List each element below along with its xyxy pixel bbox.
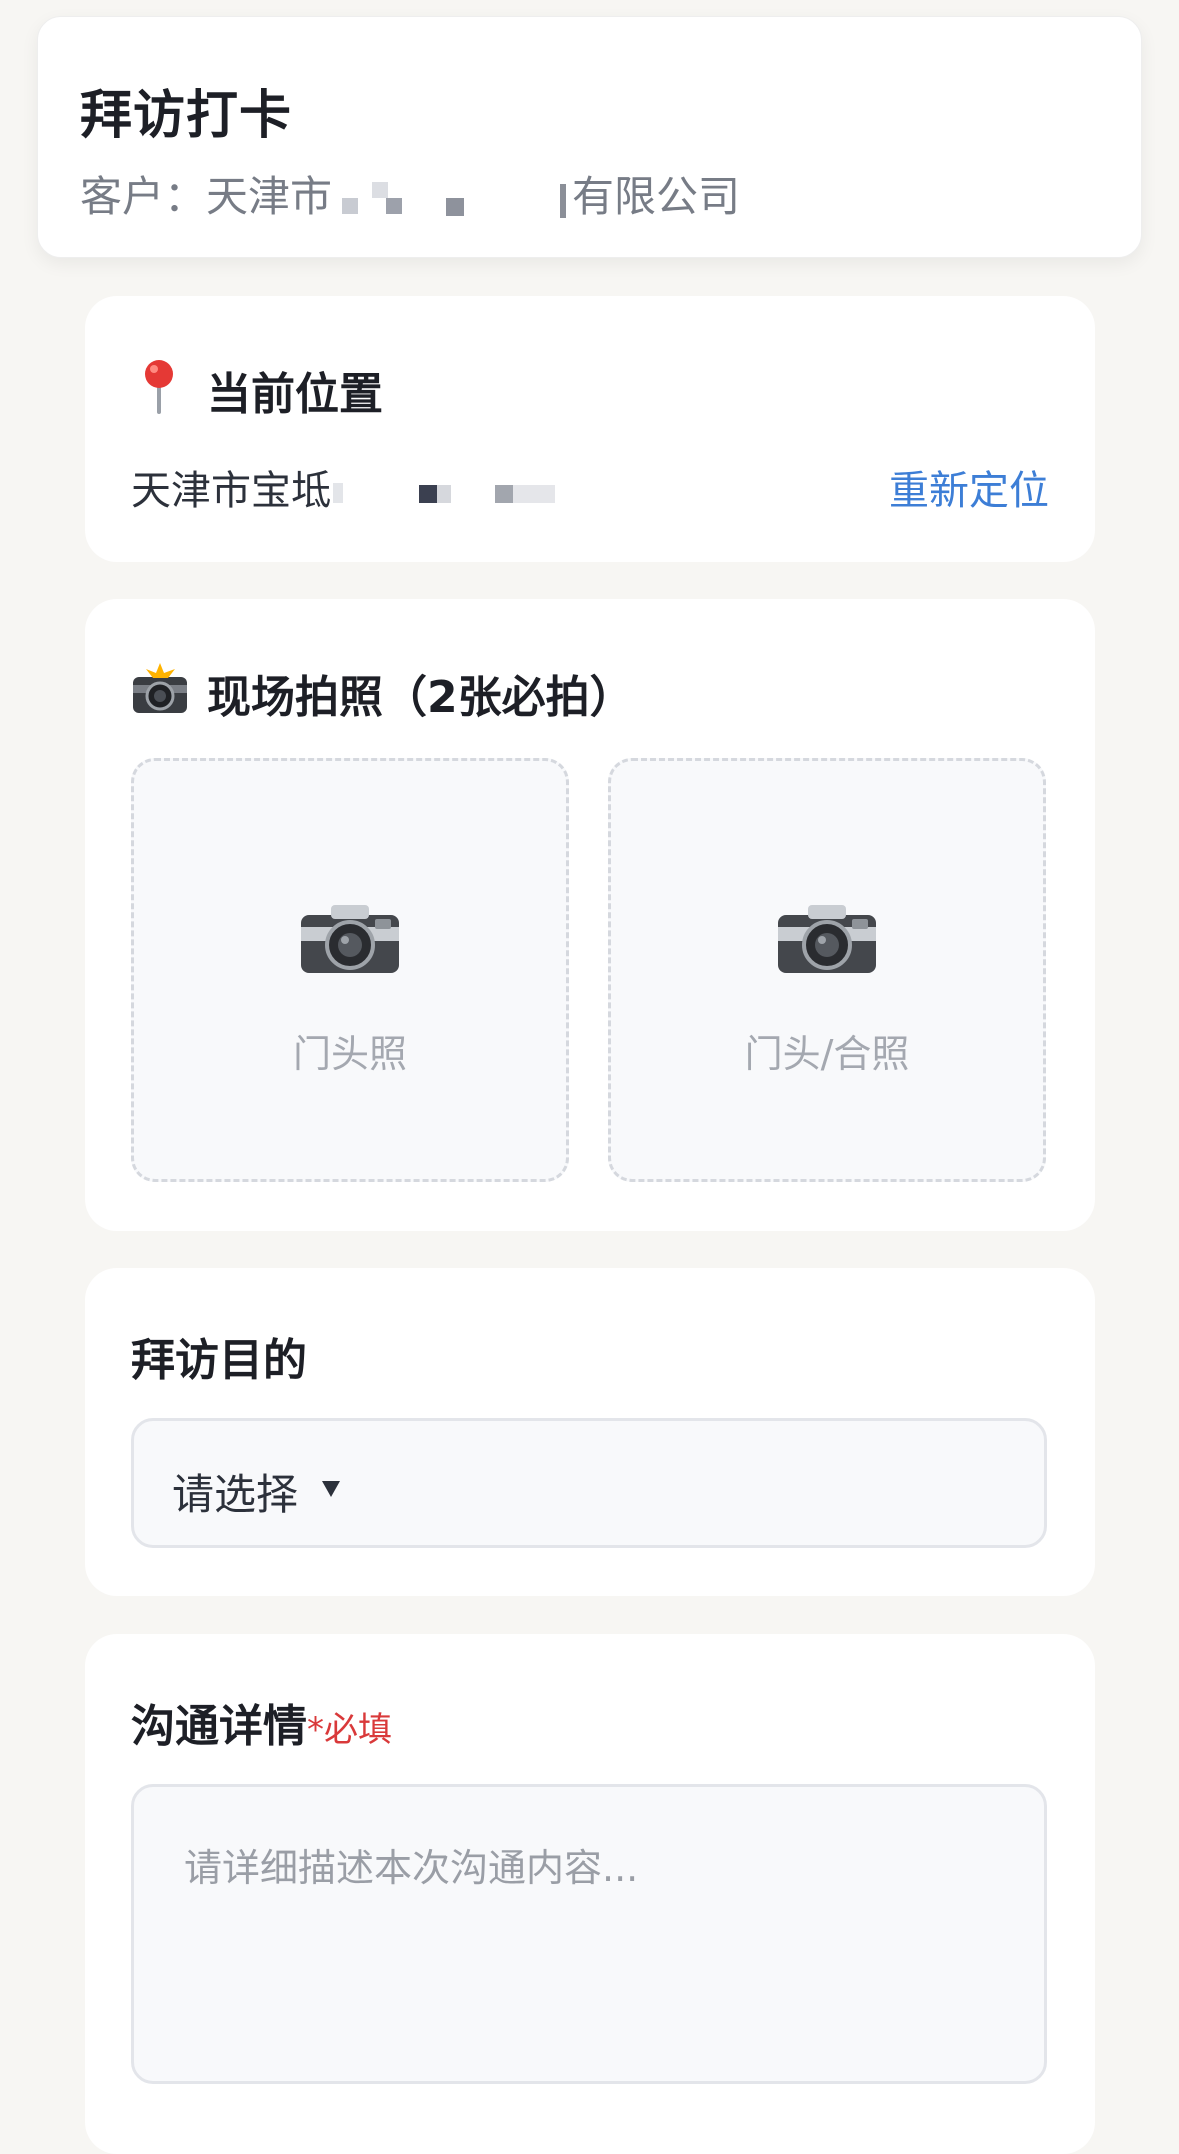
location-card: 当前位置 天津市宝坻 重新定位 — [85, 296, 1095, 562]
select-value: 请选择 — [172, 1470, 299, 1519]
customer-name-start: 天津市 — [206, 172, 333, 221]
detail-title-text: 沟通详情 — [131, 1701, 307, 1752]
relocate-link[interactable]: 重新定位 — [889, 458, 1049, 516]
photo-title: 现场拍照（2张必拍） — [207, 672, 634, 723]
photo-slot-group[interactable]: 门头/合照 — [608, 758, 1046, 1182]
detail-textarea[interactable] — [131, 1784, 1047, 2084]
address-text: 天津市宝坻 — [131, 468, 331, 514]
photo-slot-storefront[interactable]: 门头照 — [131, 758, 569, 1182]
customer-name-end: 有限公司 — [572, 172, 741, 221]
photo-card: 现场拍照（2张必拍） 门头照 门头/合照 — [85, 599, 1095, 1231]
redacted-block — [334, 176, 570, 224]
camera-icon — [778, 905, 876, 973]
customer-line: 客户：天津市 有限公司 — [80, 163, 740, 224]
detail-title: 沟通详情*必填 — [131, 1690, 392, 1754]
slot-label: 门头照 — [292, 1032, 407, 1076]
purpose-card: 拜访目的 请选择 — [85, 1268, 1095, 1596]
camera-flash-icon — [133, 663, 187, 713]
detail-card: 沟通详情*必填 — [85, 1634, 1095, 2154]
location-title: 当前位置 — [207, 369, 383, 420]
current-address: 天津市宝坻 — [131, 458, 605, 516]
required-mark: *必填 — [307, 1710, 392, 1750]
redacted-block — [333, 473, 603, 513]
header-card: 拜访打卡 客户：天津市 有限公司 — [37, 16, 1142, 258]
purpose-select[interactable]: 请选择 — [131, 1418, 1047, 1548]
slot-label: 门头/合照 — [744, 1032, 910, 1076]
customer-label: 客户： — [80, 172, 207, 221]
chevron-down-icon — [322, 1481, 340, 1497]
purpose-title: 拜访目的 — [131, 1335, 307, 1386]
page-title: 拜访打卡 — [80, 86, 293, 146]
camera-icon — [301, 905, 399, 973]
pin-icon — [145, 360, 173, 414]
